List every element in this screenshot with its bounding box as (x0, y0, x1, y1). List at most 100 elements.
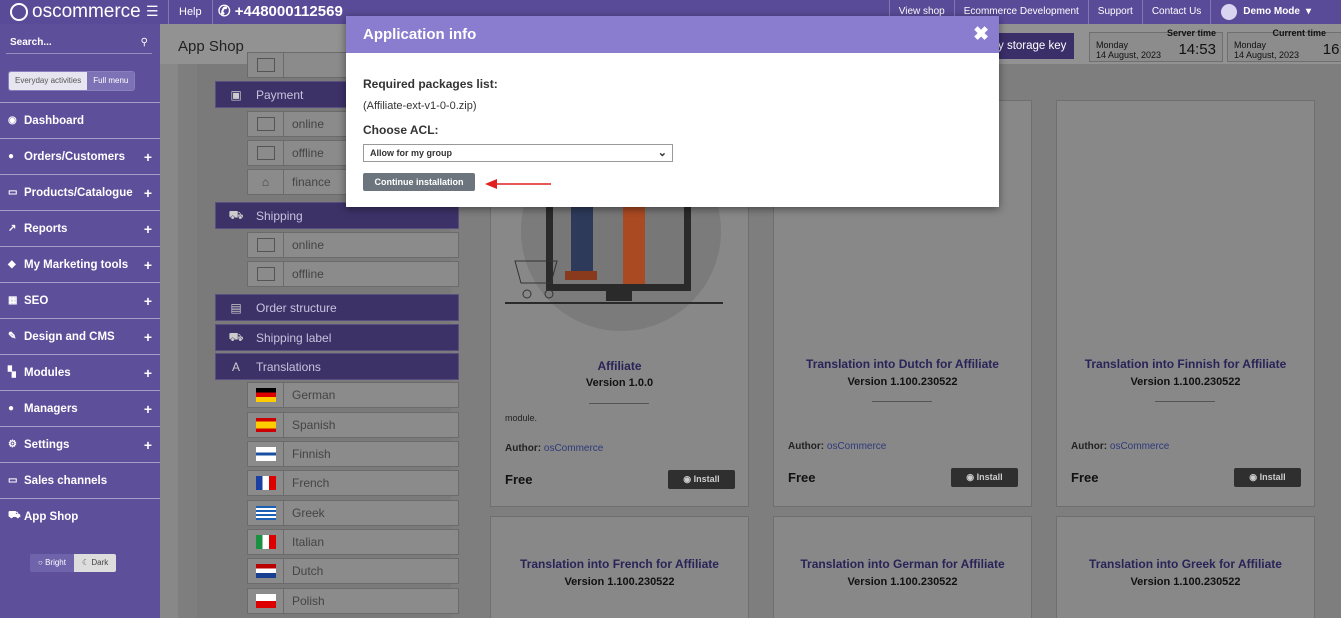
app-name[interactable]: Translation into Greek for Affiliate (1057, 557, 1314, 571)
current-time-caption: Current time (1272, 28, 1326, 38)
app-name[interactable]: Translation into French for Affiliate (491, 557, 748, 571)
sidebar-search[interactable]: Search... ⚲ (6, 34, 152, 54)
language-german[interactable]: German (247, 382, 459, 408)
close-icon[interactable]: ✖ (973, 23, 989, 46)
install-label: Install (976, 472, 1003, 482)
category-label: online (292, 238, 325, 252)
language-dutch[interactable]: Dutch (247, 558, 459, 584)
app-version: Version 1.100.230522 (1130, 376, 1241, 388)
sidebar-item-seo[interactable]: ▦ SEO + (0, 282, 160, 318)
help-link[interactable]: Help (168, 0, 213, 24)
sidebar-item-settings[interactable]: ⚙ Settings + (0, 426, 160, 462)
truck-icon: ⛟ (228, 207, 244, 222)
order-structure-icon: ▤ (230, 300, 242, 315)
server-time-box: Server time Monday 14 August, 2023 14:53 (1089, 28, 1223, 62)
author-link[interactable]: osCommerce (1110, 441, 1169, 452)
app-name[interactable]: Translation into German for Affiliate (774, 557, 1031, 571)
app-version: Version 1.100.230522 (1130, 576, 1241, 588)
language-italian[interactable]: Italian (247, 529, 459, 555)
sidebar-item-reports[interactable]: ↗ Reports + (0, 210, 160, 246)
bank-icon: ⌂ (261, 175, 270, 189)
category-label: Translations (256, 359, 321, 374)
category-shipping-offline[interactable]: offline (247, 261, 459, 287)
phone-icon: ✆ (218, 3, 231, 20)
app-author: Author: osCommerce (505, 443, 603, 454)
plus-icon: + (143, 257, 152, 273)
sidebar-item-managers[interactable]: ● Managers + (0, 390, 160, 426)
storage-key-button[interactable]: y storage key (990, 33, 1074, 59)
author-link[interactable]: osCommerce (827, 441, 886, 452)
logo[interactable]: oscommerce (10, 1, 141, 23)
translate-icon: A (231, 359, 240, 374)
brush-icon: ✎ (8, 331, 17, 342)
sidebar-item-label: Reports (24, 222, 68, 235)
sidebar-item-label: Products/Catalogue (24, 186, 133, 199)
app-version: Version 1.0.0 (585, 377, 654, 389)
app-author: Author: osCommerce (1071, 441, 1169, 452)
box-icon (256, 58, 275, 72)
eye-icon: ◉ (966, 472, 975, 482)
user-icon: ● (8, 403, 15, 414)
cash-icon (256, 146, 275, 160)
monitor-icon: ▭ (8, 475, 18, 486)
folder-icon: ▭ (8, 187, 18, 198)
application-info-modal: Application info ✖ Required packages lis… (346, 16, 999, 207)
sidebar-item-orders-customers[interactable]: ● Orders/Customers + (0, 138, 160, 174)
phone-text: +448000112569 (234, 3, 343, 20)
app-name[interactable]: Translation into Finnish for Affiliate (1057, 357, 1314, 371)
language-label: French (292, 476, 330, 490)
language-finnish[interactable]: Finnish (247, 441, 459, 467)
plus-icon: + (143, 437, 152, 453)
full-menu-button[interactable]: Full menu (87, 72, 135, 90)
category-shipping-online[interactable]: online (247, 232, 459, 258)
install-button[interactable]: ◉ Install (951, 468, 1018, 487)
category-label: Payment (256, 87, 304, 102)
category-shipping-label[interactable]: ⛟ Shipping label (215, 324, 459, 351)
acl-select[interactable]: Allow for my group ⌄ (363, 144, 673, 162)
theme-dark-button[interactable]: ☾ Dark (73, 554, 117, 572)
language-polish[interactable]: Polish (247, 588, 459, 614)
language-french[interactable]: French (247, 470, 459, 496)
greek-flag-icon (255, 506, 276, 520)
support-link[interactable]: Support (1087, 0, 1142, 24)
sidebar-item-modules[interactable]: ▚ Modules + (0, 354, 160, 390)
install-label: Install (693, 474, 720, 484)
category-order-structure[interactable]: ▤ Order structure (215, 294, 459, 321)
install-button[interactable]: ◉ Install (668, 470, 735, 489)
install-button[interactable]: ◉ Install (1234, 468, 1301, 487)
category-label: online (292, 117, 325, 131)
category-translations[interactable]: A Translations (215, 353, 459, 380)
contact-us-link[interactable]: Contact Us (1141, 0, 1210, 24)
hamburger-icon[interactable]: ☰ (146, 3, 159, 20)
acl-selected-value: Allow for my group (370, 148, 452, 158)
language-spanish[interactable]: Spanish (247, 412, 459, 438)
author-link[interactable]: osCommerce (544, 443, 603, 454)
plus-icon: + (143, 365, 152, 381)
sidebar-item-label: Modules (24, 366, 71, 379)
sidebar-item-label: Design and CMS (24, 330, 115, 343)
continue-installation-button[interactable]: Continue installation (363, 173, 475, 191)
theme-bright-button[interactable]: ○ Bright (30, 554, 74, 572)
sidebar-item-design-and-cms[interactable]: ✎ Design and CMS + (0, 318, 160, 354)
chevron-down-icon: ⌄ (657, 147, 667, 159)
search-icon[interactable]: ⚲ (141, 37, 148, 48)
search-input[interactable]: Search... (10, 37, 52, 48)
chart-icon: ↗ (8, 223, 17, 234)
plus-icon: + (143, 293, 152, 309)
install-label: Install (1259, 472, 1286, 482)
modal-title: Application info (363, 26, 477, 43)
box-hand-icon (256, 267, 275, 281)
everyday-activities-button[interactable]: Everyday activities (9, 72, 88, 90)
language-greek[interactable]: Greek (247, 500, 459, 526)
sidebar-item-products-catalogue[interactable]: ▭ Products/Catalogue + (0, 174, 160, 210)
app-name[interactable]: Translation into Dutch for Affiliate (774, 357, 1031, 371)
sidebar-item-dashboard[interactable]: ◉ Dashboard (0, 102, 160, 138)
sidebar-item-app-shop[interactable]: ⛟ App Shop (0, 498, 160, 534)
language-label: Spanish (292, 418, 336, 432)
sidebar-item-my-marketing-tools[interactable]: ◆ My Marketing tools + (0, 246, 160, 282)
user-menu[interactable]: Demo Mode ▾ (1210, 0, 1341, 24)
theme-bright-label: Bright (45, 558, 66, 567)
sidebar-item-sales-channels[interactable]: ▭ Sales channels (0, 462, 160, 498)
app-name[interactable]: Affiliate (491, 359, 748, 373)
category-label: Shipping (256, 208, 303, 223)
